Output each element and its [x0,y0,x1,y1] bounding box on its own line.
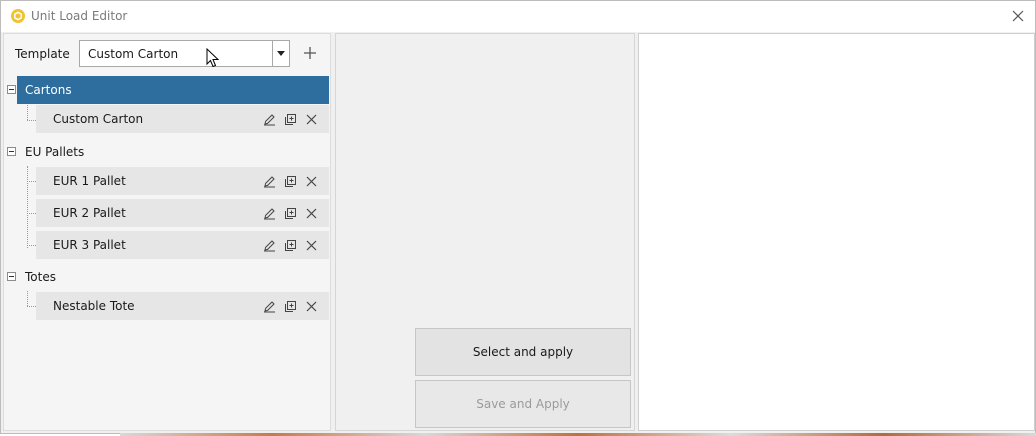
list-item-label: EUR 1 Pallet [53,174,126,188]
plus-icon [304,47,316,59]
edit-icon[interactable] [261,298,277,314]
edit-icon[interactable] [261,205,277,221]
duplicate-icon[interactable] [282,173,298,189]
dropdown-arrow-icon[interactable] [272,41,289,66]
list-item-nestable-tote[interactable]: Nestable Tote [36,292,329,320]
add-template-button[interactable] [300,43,320,63]
title-bar: Unit Load Editor [1,1,1035,32]
app-icon [10,8,26,24]
list-item-eur-3-pallet[interactable]: EUR 3 Pallet [36,231,329,259]
template-panel: Template Custom Carton Cartons Custom Ca… [3,33,331,431]
delete-icon[interactable] [303,173,319,189]
duplicate-icon[interactable] [282,205,298,221]
edit-icon[interactable] [261,111,277,127]
list-item-label: Nestable Tote [53,299,135,313]
tree-group-eu-pallets[interactable]: EU Pallets [25,145,84,159]
list-item-custom-carton[interactable]: Custom Carton [36,105,329,133]
close-icon [1012,10,1024,22]
list-item-label: EUR 3 Pallet [53,238,126,252]
delete-icon[interactable] [303,298,319,314]
duplicate-icon[interactable] [282,111,298,127]
tree-group-label: Cartons [25,83,72,97]
template-label: Template [15,47,70,61]
properties-panel: Select and apply Save and Apply [335,33,635,431]
list-item-label: EUR 2 Pallet [53,206,126,220]
select-and-apply-button[interactable]: Select and apply [415,328,631,376]
delete-icon[interactable] [303,237,319,253]
delete-icon[interactable] [303,205,319,221]
collapse-toggle-cartons[interactable] [7,85,16,94]
window-title: Unit Load Editor [31,9,128,23]
delete-icon[interactable] [303,111,319,127]
collapse-toggle-totes[interactable] [7,272,16,281]
edit-icon[interactable] [261,173,277,189]
template-dropdown-value: Custom Carton [88,47,179,61]
tree-group-totes[interactable]: Totes [25,270,56,284]
duplicate-icon[interactable] [282,237,298,253]
list-item-label: Custom Carton [53,112,144,126]
edit-icon[interactable] [261,237,277,253]
close-button[interactable] [1005,3,1031,29]
unit-load-editor-window: Unit Load Editor Template Custom Carton … [0,0,1036,434]
list-item-eur-1-pallet[interactable]: EUR 1 Pallet [36,167,329,195]
template-dropdown[interactable]: Custom Carton [79,40,290,67]
tree-group-cartons[interactable]: Cartons [17,76,329,104]
preview-panel [638,33,1035,431]
list-item-eur-2-pallet[interactable]: EUR 2 Pallet [36,199,329,227]
duplicate-icon[interactable] [282,298,298,314]
save-and-apply-button[interactable]: Save and Apply [415,380,631,428]
collapse-toggle-eu-pallets[interactable] [7,147,16,156]
